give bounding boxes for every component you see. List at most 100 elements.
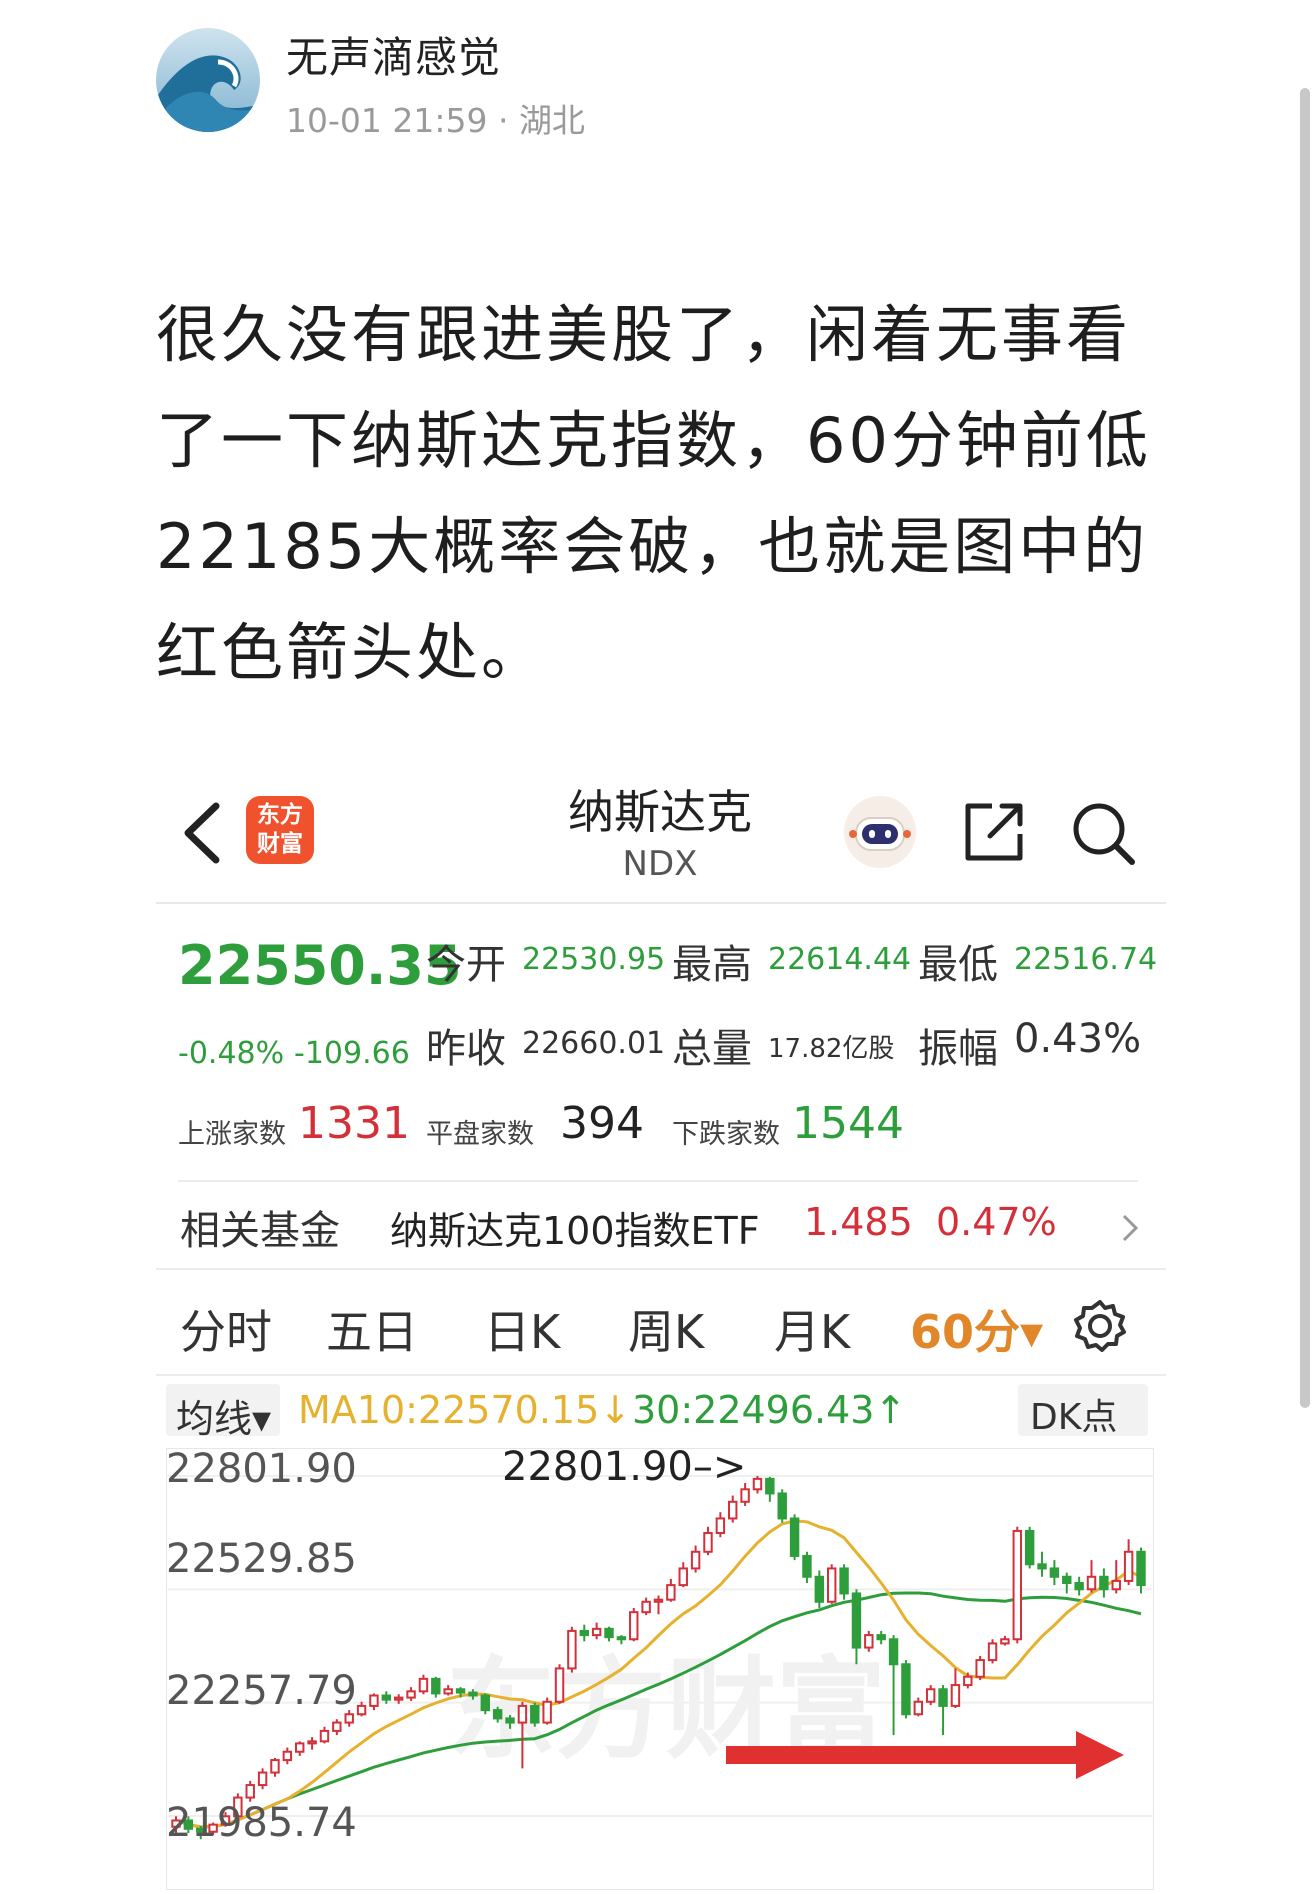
tab-monthly-k[interactable]: 月K (774, 1296, 850, 1362)
candle-body (295, 1742, 305, 1753)
candle-body (245, 1784, 255, 1799)
unchanged-count: 394 (560, 1098, 644, 1149)
advancers-label: 上涨家数 (178, 1119, 286, 1150)
candle-body (950, 1684, 961, 1707)
candle-body (987, 1642, 998, 1662)
candle-body (765, 1477, 775, 1495)
candle-body (530, 1704, 540, 1724)
candle-body (1012, 1529, 1022, 1641)
candle-body (715, 1517, 726, 1535)
y-tick-label: 22801.90 (166, 1446, 357, 1492)
change-amount: -109.66 (294, 1036, 410, 1071)
candle-body (864, 1634, 874, 1649)
candle-body (431, 1677, 441, 1695)
open-value: 22530.95 (522, 942, 666, 977)
settings-gear-icon[interactable] (1072, 1298, 1128, 1354)
candle-body (492, 1709, 503, 1720)
scrollbar[interactable] (1300, 88, 1310, 1408)
candle-body (616, 1636, 627, 1641)
candle-body (542, 1700, 552, 1724)
red-arrow-shaft (726, 1745, 1086, 1764)
candle-body (418, 1677, 429, 1693)
candle-body (629, 1611, 639, 1641)
amplitude-value: 0.43% (1014, 1016, 1142, 1062)
author-name[interactable]: 无声滴感觉 (286, 24, 501, 85)
candle-body (678, 1567, 688, 1587)
post-time: 10-01 21:59 (286, 101, 488, 140)
back-arrow-icon[interactable] (178, 800, 226, 866)
tab-five-day[interactable]: 五日 (326, 1296, 418, 1362)
volume-label: 总量 (672, 1026, 752, 1072)
divider (178, 1180, 1138, 1182)
candle-body (344, 1713, 354, 1724)
candle-body (1123, 1550, 1134, 1582)
candle-body (975, 1659, 985, 1678)
dk-point-label: DK点 (1030, 1397, 1118, 1438)
candle-body (270, 1759, 280, 1774)
candle-body (591, 1627, 602, 1637)
candle-body (319, 1729, 330, 1743)
y-tick-label: 21985.74 (166, 1800, 357, 1846)
eastmoney-logo: 东方财富 (246, 796, 314, 864)
ma30-value: 30:22496.43↑ (632, 1388, 907, 1432)
candle-body (579, 1629, 589, 1637)
candle-body (901, 1663, 911, 1716)
candle-body (703, 1532, 713, 1553)
prev-close-label: 昨收 (426, 1026, 506, 1072)
candle-body (480, 1694, 491, 1712)
fund-price: 1.485 (804, 1200, 913, 1244)
tab-daily-k[interactable]: 日K (484, 1296, 560, 1362)
candle-body (443, 1688, 453, 1695)
candle-body (1086, 1575, 1097, 1591)
candle-body (332, 1721, 342, 1732)
candle-body (468, 1691, 478, 1697)
candle-body (282, 1750, 293, 1762)
candle-body (1037, 1563, 1047, 1570)
candle-body (356, 1704, 367, 1716)
post-location: · 湖北 (497, 101, 585, 140)
candle-body (1099, 1575, 1109, 1591)
candle-body (752, 1477, 763, 1491)
candle-body (963, 1675, 973, 1687)
candle-body (1049, 1567, 1060, 1578)
ma-selector-label: 均线▾ (176, 1397, 272, 1441)
index-code: NDX (622, 844, 698, 884)
post-text: 很久没有跟进美股了，闲着无事看了一下纳斯达克指数，60分钟前低22185大概率会… (156, 298, 1151, 689)
candle-body (814, 1575, 825, 1603)
divider (156, 1268, 1166, 1270)
candle-body (1111, 1579, 1121, 1591)
advancers-count: 1331 (298, 1098, 410, 1149)
candle-body (406, 1690, 416, 1699)
candle-body (802, 1554, 812, 1578)
author-avatar[interactable] (156, 28, 260, 132)
candle-body (641, 1600, 651, 1614)
tab-intraday[interactable]: 分时 (180, 1296, 272, 1362)
share-icon[interactable] (962, 800, 1026, 864)
candle-body (851, 1592, 862, 1649)
ma-selector[interactable]: 均线▾ (166, 1384, 280, 1441)
robot-assistant-icon[interactable] (842, 794, 918, 870)
candle-body (789, 1517, 800, 1557)
prev-close-value: 22660.01 (522, 1026, 666, 1061)
candle-body (876, 1634, 886, 1641)
tab-60min[interactable]: 60分▾ (910, 1296, 1043, 1362)
candle-body (554, 1667, 565, 1703)
candle-body (728, 1500, 738, 1520)
candle-body (1136, 1550, 1146, 1587)
candle-body (455, 1688, 466, 1694)
candle-body (604, 1627, 614, 1639)
candle-body (938, 1688, 948, 1707)
candle-body (826, 1567, 837, 1603)
related-fund-row[interactable]: 相关基金 纳斯达克100指数ETF 1.485 0.47% (156, 1184, 1166, 1268)
tab-weekly-k[interactable]: 周K (628, 1296, 704, 1362)
candle-body (1062, 1575, 1072, 1585)
dk-point-button[interactable]: DK点 (1018, 1384, 1148, 1438)
candle-body (925, 1688, 936, 1703)
low-label: 最低 (918, 942, 998, 988)
candle-body (690, 1550, 701, 1570)
candle-body (567, 1629, 577, 1670)
y-tick-label: 22529.85 (166, 1536, 357, 1582)
search-icon[interactable] (1070, 800, 1136, 866)
fund-name: 纳斯达克100指数ETF (390, 1209, 760, 1253)
chevron-right-icon (1122, 1214, 1139, 1242)
